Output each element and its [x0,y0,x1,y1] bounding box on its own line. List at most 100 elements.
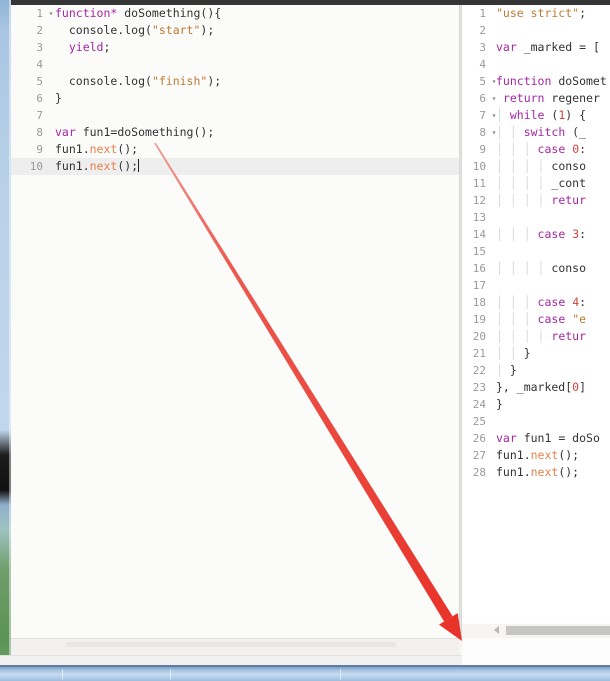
compiled-line[interactable]: 5 ▾ function doSomet [462,73,610,90]
compiled-line[interactable]: 22 │ } [462,362,610,379]
editor-split-divider[interactable] [459,5,462,638]
code-token: (); [117,142,139,156]
compiled-line[interactable]: 12 │ │ │ │ retur [462,192,610,209]
compiled-line-text[interactable] [490,277,610,294]
source-line-text[interactable]: function* doSomething(){ [47,5,459,22]
fold-toggle-icon[interactable]: ▾ [490,124,498,141]
compiled-line-text[interactable]: │ │ │ │ conso [490,158,610,175]
compiled-line[interactable]: 26 var fun1 = doSo [462,430,610,447]
code-token: function* [55,6,118,20]
source-editor-panel[interactable]: 1 ▾ function* doSomething(){2 console.log(… [11,5,459,638]
compiled-line[interactable]: 6 ▾ return regener [462,90,610,107]
compiled-line[interactable]: 9 │ │ │ case 0: [462,141,610,158]
source-line[interactable]: 6} [11,90,459,107]
compiled-line[interactable]: 2 [462,22,610,39]
compiled-line-text[interactable]: }, _marked[0] [490,379,610,396]
compiled-line-text[interactable]: │ } [490,362,610,379]
compiled-line-text[interactable]: │ │ │ │ conso [490,260,610,277]
code-token: │ │ │ [496,295,538,309]
source-editor-horizontal-scrollbar[interactable] [11,638,459,655]
source-line-text[interactable]: yield; [47,39,459,56]
compiled-line-text[interactable]: │ │ │ │ _cont [490,175,610,192]
compiled-line-text[interactable]: │ │ │ case 0: [490,141,610,158]
source-line-text[interactable]: fun1.next(); [47,141,459,158]
source-line-text[interactable] [47,56,459,73]
compiled-line-text[interactable]: │ │ } [490,345,610,362]
code-token: doSomething(){ [117,6,222,20]
compiled-line-number: 28 [472,466,486,479]
compiled-line-text[interactable]: │ │ │ case 4: [490,294,610,311]
source-code-area[interactable]: 1 ▾ function* doSomething(){2 console.log(… [11,5,459,638]
compiled-line-text[interactable]: │ │ │ case 3: [490,226,610,243]
compiled-line-number: 2 [479,24,486,37]
source-line[interactable]: 7 [11,107,459,124]
compiled-line-text[interactable]: │ while (1) { [490,107,610,124]
source-line-text[interactable]: fun1.next(); [47,158,459,175]
fold-toggle-icon[interactable]: ▾ [47,5,55,22]
compiled-line[interactable]: 20 │ │ │ │ retur [462,328,610,345]
source-line-text[interactable]: } [47,90,459,107]
source-line[interactable]: 4 [11,56,459,73]
compiled-line[interactable]: 13 [462,209,610,226]
compiled-line-text[interactable]: return regener [490,90,610,107]
compiled-line[interactable]: 10 │ │ │ │ conso [462,158,610,175]
fold-toggle-icon[interactable]: ▾ [490,90,498,107]
compiled-line-text[interactable]: │ │ │ │ retur [490,192,610,209]
code-token: } [55,91,62,105]
compiled-line-text[interactable] [490,413,610,430]
source-line[interactable]: 10 fun1.next(); [11,158,459,175]
scrollbar-thumb[interactable] [506,626,610,635]
compiled-line[interactable]: 4 [462,56,610,73]
compiled-line-text[interactable] [490,209,610,226]
compiled-line[interactable]: 15 [462,243,610,260]
compiled-line-text[interactable]: var _marked = [ [490,39,610,56]
compiled-output-panel[interactable]: 1 "use strict"; 2 3 var _marked = [4 5 ▾ functi… [462,5,610,638]
compiled-line-text[interactable] [490,243,610,260]
source-line[interactable]: 2 console.log("start"); [11,22,459,39]
compiled-line[interactable]: 11 │ │ │ │ _cont [462,175,610,192]
compiled-line[interactable]: 8 ▾ │ │ switch (_ [462,124,610,141]
compiled-line-number: 10 [472,160,486,173]
compiled-line-text[interactable]: "use strict"; [490,5,610,22]
compiled-line[interactable]: 3 var _marked = [ [462,39,610,56]
source-line[interactable]: 1 ▾ function* doSomething(){ [11,5,459,22]
compiled-line[interactable]: 17 [462,277,610,294]
compiled-line[interactable]: 19 │ │ │ case "e [462,311,610,328]
compiled-line-text[interactable]: │ │ switch (_ [490,124,610,141]
compiled-line[interactable]: 24} [462,396,610,413]
compiled-line-text[interactable]: function doSomet [490,73,610,90]
compiled-line-text[interactable] [490,56,610,73]
compiled-code-area[interactable]: 1 "use strict"; 2 3 var _marked = [4 5 ▾ functi… [462,5,610,638]
compiled-line[interactable]: 25 [462,413,610,430]
compiled-line[interactable]: 18 │ │ │ case 4: [462,294,610,311]
compiled-line[interactable]: 7 ▾ │ while (1) { [462,107,610,124]
compiled-line-text[interactable]: │ │ │ case "e [490,311,610,328]
compiled-line-text[interactable]: fun1.next(); [490,447,610,464]
compiled-line[interactable]: 28 fun1.next(); [462,464,610,481]
code-token: var [55,125,76,139]
compiled-line[interactable]: 27 fun1.next(); [462,447,610,464]
source-line[interactable]: 8 var fun1=doSomething(); [11,124,459,141]
compiled-line[interactable]: 1 "use strict"; [462,5,610,22]
os-taskbar[interactable] [0,667,610,681]
compiled-line-text[interactable]: var fun1 = doSo [490,430,610,447]
compiled-line-text[interactable]: fun1.next(); [490,464,610,481]
source-line[interactable]: 9 fun1.next(); [11,141,459,158]
fold-toggle-icon[interactable]: ▾ [490,107,498,124]
compiled-line-text[interactable]: } [490,396,610,413]
compiled-line[interactable]: 14 │ │ │ case 3: [462,226,610,243]
compiled-line[interactable]: 16 │ │ │ │ conso [462,260,610,277]
compiled-line[interactable]: 23}, _marked[0] [462,379,610,396]
source-line[interactable]: 5 console.log("finish"); [11,73,459,90]
source-line-number: 3 [36,41,43,54]
source-line-text[interactable]: var fun1=doSomething(); [47,124,459,141]
source-line[interactable]: 3 yield; [11,39,459,56]
source-line-text[interactable] [47,107,459,124]
scrollbar-track[interactable] [66,642,396,647]
source-line-text[interactable]: console.log("start"); [47,22,459,39]
fold-toggle-icon[interactable]: ▾ [490,73,498,90]
source-line-text[interactable]: console.log("finish"); [47,73,459,90]
compiled-line-text[interactable] [490,22,610,39]
compiled-line[interactable]: 21 │ │ } [462,345,610,362]
compiled-line-text[interactable]: │ │ │ │ retur [490,328,610,345]
